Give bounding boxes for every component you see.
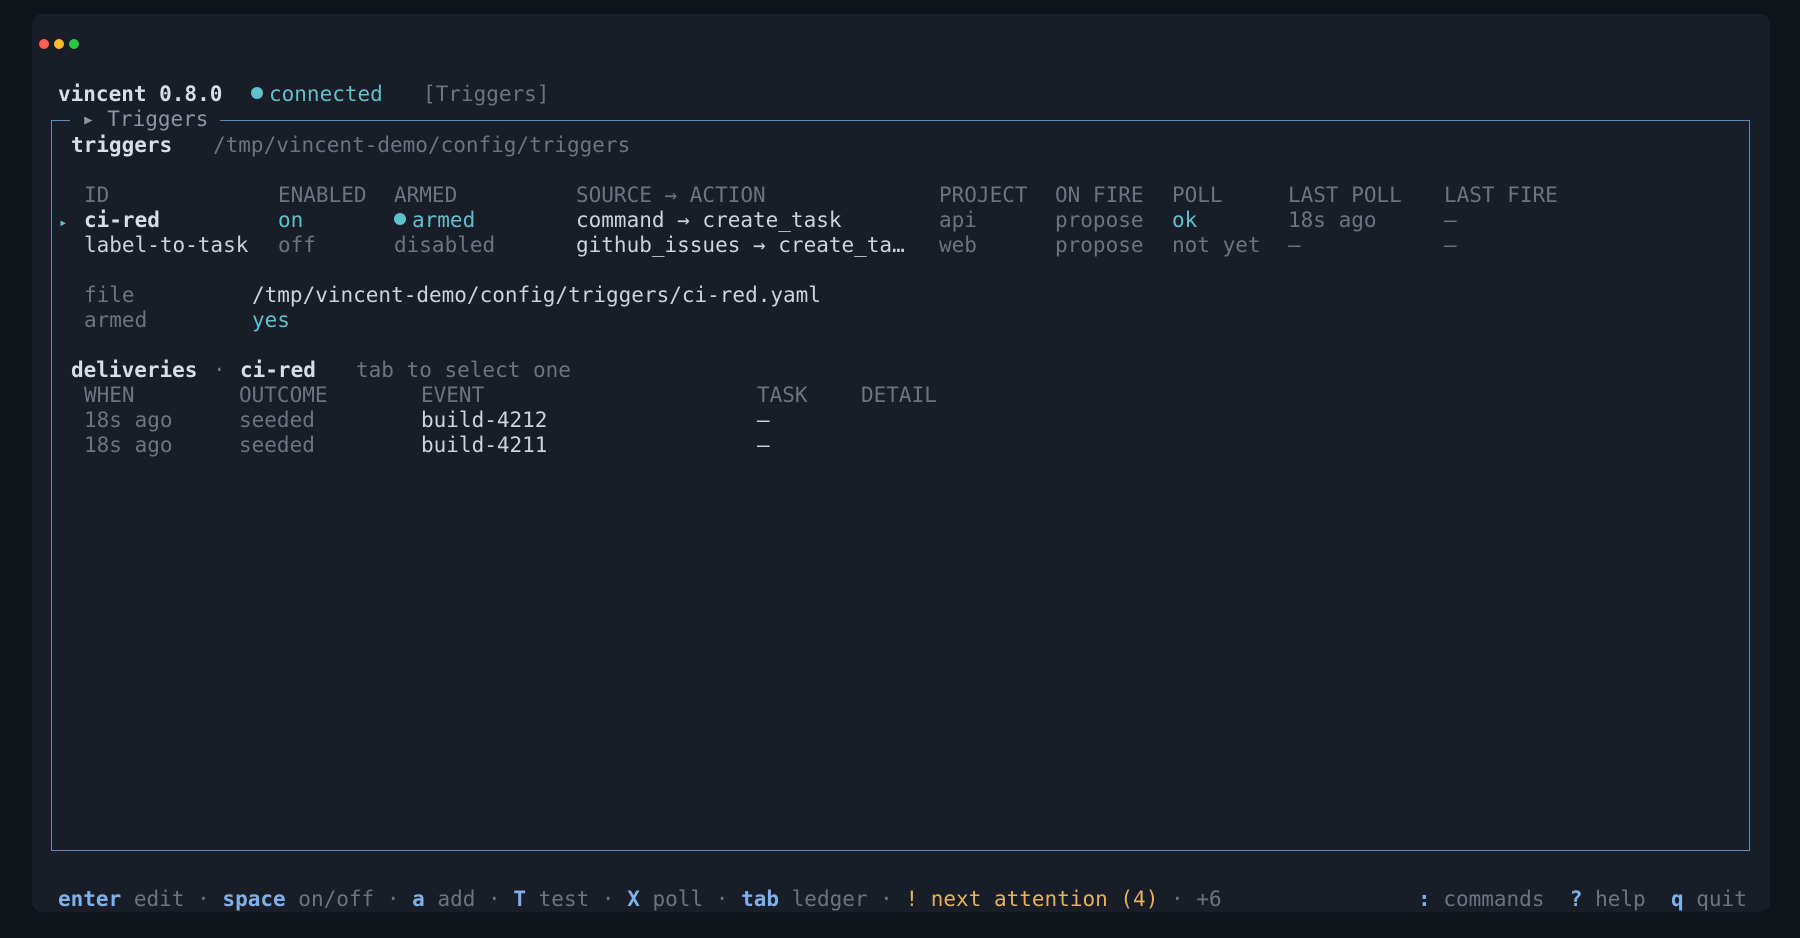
- key-enter[interactable]: enter: [58, 887, 121, 911]
- maximize-window-button[interactable]: [69, 39, 79, 49]
- trigger-armed: armed: [394, 208, 475, 233]
- trigger-poll: not yet: [1172, 233, 1261, 257]
- key-T-label: test: [538, 887, 590, 911]
- section-title: triggers: [71, 133, 173, 157]
- footer-keybindings: enter edit · space on/off · a add · T te…: [58, 862, 1222, 912]
- more-keys[interactable]: +6: [1196, 887, 1221, 911]
- col-armed: ARMED: [394, 183, 458, 207]
- key-q-label: quit: [1696, 887, 1747, 911]
- col-poll: POLL: [1172, 183, 1223, 207]
- col-detail: DETAIL: [861, 383, 937, 407]
- key-q[interactable]: q: [1671, 887, 1684, 911]
- deliveries-separator: ·: [213, 358, 226, 382]
- panel-title: ▸ Triggers: [70, 107, 221, 132]
- detail-armed-label: armed: [84, 308, 148, 332]
- footer-separator: ·: [880, 887, 893, 911]
- trigger-id: ci-red: [84, 208, 160, 232]
- col-event: EVENT: [421, 383, 485, 407]
- key-a[interactable]: a: [412, 887, 425, 911]
- deliveries-trigger: ci-red: [240, 358, 316, 382]
- delivery-when: 18s ago: [84, 408, 173, 432]
- next-attention[interactable]: ! next attention (4): [905, 887, 1158, 911]
- detail-armed-value: yes: [252, 308, 290, 332]
- key-T[interactable]: T: [513, 887, 526, 911]
- key-tab[interactable]: tab: [741, 887, 779, 911]
- trigger-source-action: github_issues → create_ta…: [576, 233, 905, 257]
- delivery-event: build-4212: [421, 408, 548, 432]
- delivery-event: build-4211: [421, 433, 548, 457]
- trigger-id: label-to-task: [84, 233, 249, 257]
- status-label: connected: [269, 82, 383, 106]
- current-view: [Triggers]: [423, 82, 550, 106]
- key-space-label: on/off: [298, 887, 375, 911]
- footer-separator: ·: [1171, 887, 1184, 911]
- footer-separator: ·: [715, 887, 729, 911]
- delivery-task: –: [757, 433, 770, 457]
- armed-dot-icon: [394, 213, 406, 225]
- col-last-poll: LAST POLL: [1288, 183, 1402, 207]
- key-colon-label: commands: [1443, 887, 1545, 911]
- col-last-fire: LAST FIRE: [1444, 183, 1558, 207]
- col-when: WHEN: [84, 383, 135, 407]
- col-enabled: ENABLED: [278, 183, 367, 207]
- delivery-outcome: seeded: [239, 433, 315, 457]
- footer-separator: ·: [386, 887, 400, 911]
- delivery-task: –: [757, 408, 770, 432]
- trigger-last-poll: –: [1288, 233, 1301, 257]
- key-colon[interactable]: :: [1418, 887, 1431, 911]
- delivery-outcome: seeded: [239, 408, 315, 432]
- trigger-last-fire: –: [1444, 233, 1457, 257]
- trigger-last-poll: 18s ago: [1288, 208, 1377, 232]
- deliveries-hint: tab to select one: [356, 358, 571, 382]
- key-tab-label: ledger: [791, 887, 868, 911]
- col-task: TASK: [757, 383, 808, 407]
- deliveries-title: deliveries: [71, 358, 198, 382]
- delivery-when: 18s ago: [84, 433, 173, 457]
- trigger-last-fire: –: [1444, 208, 1457, 232]
- trigger-poll: ok: [1172, 208, 1198, 232]
- footer-separator: ·: [488, 887, 501, 911]
- col-outcome: OUTCOME: [239, 383, 328, 407]
- trigger-project: web: [939, 233, 977, 257]
- col-id: ID: [84, 183, 110, 207]
- armed-label: armed: [412, 208, 476, 232]
- status-dot-icon: [251, 87, 263, 99]
- trigger-on-fire: propose: [1055, 208, 1144, 232]
- trigger-armed: disabled: [394, 233, 496, 257]
- key-X-label: poll: [652, 887, 704, 911]
- footer-right-keybindings: : commands ? help q quit: [1418, 862, 1747, 912]
- footer-separator: ·: [197, 887, 210, 911]
- key-a-label: add: [437, 887, 476, 911]
- trigger-enabled[interactable]: off: [278, 233, 316, 258]
- col-on-fire: ON FIRE: [1055, 183, 1144, 207]
- col-source-action: SOURCE → ACTION: [576, 183, 766, 207]
- key-question[interactable]: ?: [1570, 887, 1583, 911]
- trigger-on-fire: propose: [1055, 233, 1144, 257]
- minimize-window-button[interactable]: [54, 39, 64, 49]
- trigger-source-action: command → create_task: [576, 208, 842, 232]
- key-X[interactable]: X: [627, 887, 640, 911]
- col-project: PROJECT: [939, 183, 1028, 207]
- trigger-enabled[interactable]: on: [278, 208, 303, 233]
- key-space[interactable]: space: [222, 887, 285, 911]
- key-enter-label: edit: [133, 887, 185, 911]
- detail-file-label: file: [84, 283, 135, 307]
- key-question-label: help: [1595, 887, 1646, 911]
- close-window-button[interactable]: [39, 39, 49, 49]
- detail-file-value: /tmp/vincent-demo/config/triggers/ci-red…: [252, 283, 821, 307]
- trigger-project: api: [939, 208, 977, 232]
- app-name: vincent 0.8.0: [58, 82, 223, 106]
- triggers-path: /tmp/vincent-demo/config/triggers: [213, 133, 631, 157]
- connection-status: connected: [251, 82, 383, 107]
- selected-row-marker-icon: ▸: [59, 215, 68, 231]
- footer-separator: ·: [601, 887, 615, 911]
- triggers-panel: [51, 120, 1750, 851]
